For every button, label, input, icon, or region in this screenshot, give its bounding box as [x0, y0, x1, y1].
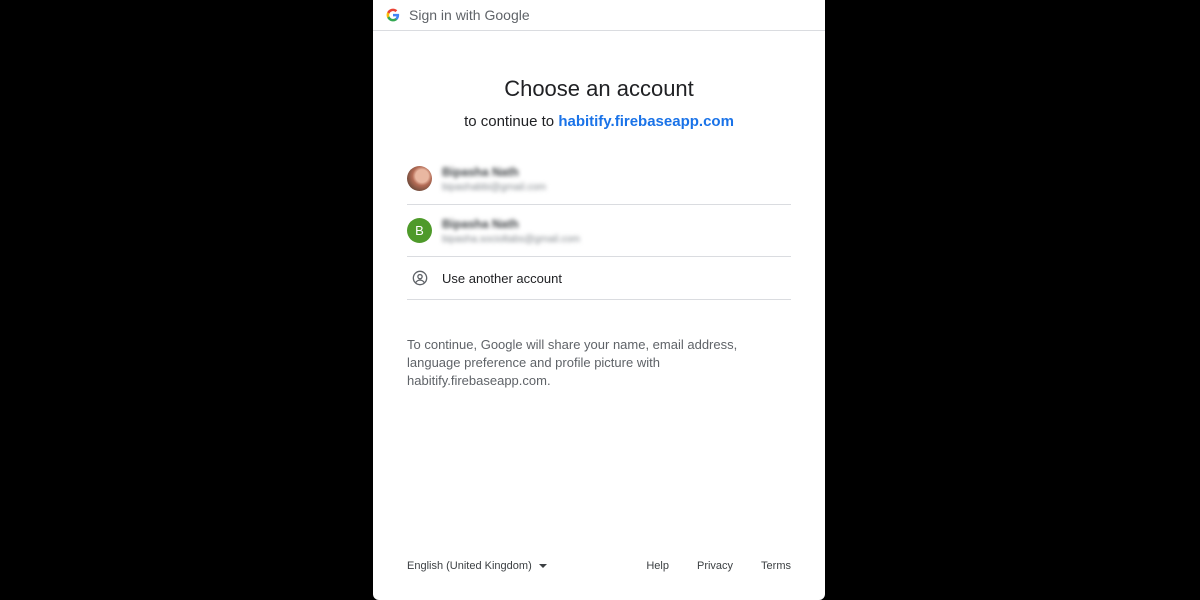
privacy-notice: To continue, Google will share your name… [407, 337, 738, 388]
use-another-account-label: Use another account [442, 270, 562, 286]
account-list: Bipasha Nath bipashabbi@gmail.com B Bipa… [407, 153, 791, 300]
dialog-header: Sign in with Google [373, 0, 825, 31]
dialog-title: Sign in with Google [409, 7, 530, 23]
subtitle-prefix: to continue to [464, 113, 555, 130]
terms-link[interactable]: Terms [761, 560, 791, 572]
account-name: Bipasha Nath [442, 164, 519, 179]
language-selector[interactable]: English (United Kingdom) [407, 560, 547, 572]
subtitle: to continue to habitify.firebaseapp.com [373, 113, 825, 130]
account-name: Bipasha Nath [442, 216, 519, 231]
page-title: Choose an account [504, 76, 694, 101]
footer: English (United Kingdom) Help Privacy Te… [407, 560, 791, 572]
account-details: Bipasha Nath bipasha.socioltabs@gmail.co… [442, 217, 580, 245]
help-link[interactable]: Help [646, 560, 669, 572]
app-link[interactable]: habitify.firebaseapp.com [558, 113, 734, 130]
account-item[interactable]: Bipasha Nath bipashabbi@gmail.com [407, 153, 791, 205]
avatar: B [407, 218, 432, 243]
caret-down-icon [538, 564, 547, 568]
account-circle-icon [407, 266, 432, 291]
use-another-account-button[interactable]: Use another account [407, 257, 791, 300]
avatar [407, 166, 432, 191]
language-label: English (United Kingdom) [407, 560, 532, 572]
account-email: bipashabbi@gmail.com [442, 181, 547, 193]
sign-in-dialog: Sign in with Google Choose an account to… [373, 0, 825, 600]
account-item[interactable]: B Bipasha Nath bipasha.socioltabs@gmail.… [407, 205, 791, 257]
account-email: bipasha.socioltabs@gmail.com [442, 233, 580, 245]
account-details: Bipasha Nath bipashabbi@gmail.com [442, 165, 546, 193]
google-logo-icon [386, 8, 400, 22]
privacy-link[interactable]: Privacy [697, 560, 733, 572]
